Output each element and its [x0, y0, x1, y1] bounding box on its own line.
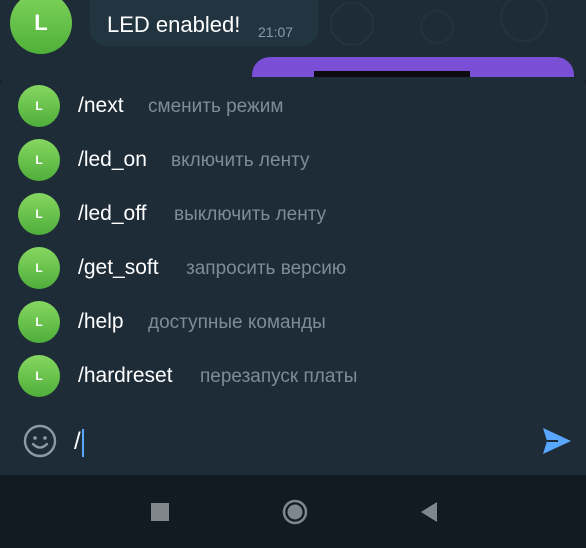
message-time: 21:07 — [258, 24, 294, 40]
background-doodle — [420, 10, 454, 44]
bot-avatar: L — [18, 355, 60, 397]
triangle-back-icon[interactable] — [416, 499, 442, 525]
background-doodle — [330, 2, 374, 46]
command-description: сменить режим — [148, 96, 284, 117]
command-name: /hardreset — [78, 364, 173, 387]
message-input[interactable]: / — [74, 425, 514, 459]
suggestion-help[interactable]: L /help доступные команды — [0, 295, 586, 349]
suggestion-hardreset[interactable]: L /hardreset перезапуск платы — [0, 349, 586, 403]
bot-avatar: L — [18, 193, 60, 235]
suggestion-next[interactable]: L /next сменить режим — [0, 79, 586, 133]
command-name: /get_soft — [78, 256, 159, 279]
avatar-letter: L — [34, 10, 48, 35]
circle-icon[interactable] — [282, 499, 308, 525]
suggestion-get-soft[interactable]: L /get_soft запросить версию — [0, 241, 586, 295]
command-description: доступные команды — [148, 312, 326, 333]
command-description: включить ленту — [171, 150, 310, 171]
command-name: /next — [78, 94, 124, 117]
bot-avatar: L — [18, 301, 60, 343]
message-input-bar: / — [0, 407, 586, 475]
command-description: выключить ленту — [174, 204, 327, 225]
command-suggestions-panel: L /next сменить режим L /led_on включить… — [0, 77, 586, 407]
command-name: /led_on — [78, 148, 147, 171]
incoming-message-bubble[interactable]: LED enabled! 21:07 — [90, 0, 318, 46]
system-navigation-bar — [0, 475, 586, 548]
emoji-icon[interactable] — [22, 423, 58, 459]
suggestion-led-on[interactable]: L /led_on включить ленту — [0, 133, 586, 187]
command-name: /help — [78, 310, 124, 333]
input-value: / — [74, 428, 81, 455]
message-text: LED enabled! — [107, 12, 241, 37]
send-icon[interactable] — [540, 424, 574, 458]
square-icon[interactable] — [147, 499, 173, 525]
command-description: перезапуск платы — [200, 366, 358, 387]
command-description: запросить версию — [186, 258, 347, 279]
bot-avatar: L — [18, 85, 60, 127]
suggestion-led-off[interactable]: L /led_off выключить ленту — [0, 187, 586, 241]
command-name: /led_off — [78, 202, 147, 225]
text-caret — [81, 428, 84, 457]
bot-avatar: L — [18, 247, 60, 289]
background-doodle — [500, 0, 548, 42]
bot-avatar: L — [18, 139, 60, 181]
